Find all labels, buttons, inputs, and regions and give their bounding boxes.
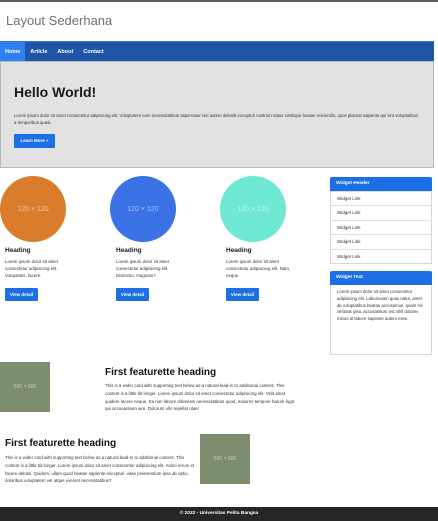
site-title: Layout Sederhana	[6, 13, 113, 28]
widget-header: Widget Header	[330, 177, 432, 191]
column-text: Lorem ipsum dolor sit amet consectetur a…	[5, 259, 58, 278]
column-text: Lorem ipsum dolor sit amet consectetur a…	[116, 259, 169, 278]
view-detail-button[interactable]: View detail	[5, 288, 38, 301]
jumbotron-title: Hello World!	[14, 84, 97, 100]
featurette-image: 500 × 500	[0, 362, 50, 412]
view-detail-button[interactable]: View detail	[226, 288, 259, 301]
placeholder-circle-image: 120 × 120	[0, 176, 66, 242]
footer: © 2022 - Universitas Pelita Bangsa	[0, 507, 438, 521]
column-heading: Heading	[226, 247, 252, 254]
placeholder-circle-image: 120 × 120	[220, 176, 286, 242]
widget-link[interactable]: Widget Link	[331, 234, 431, 248]
nav-article[interactable]: Article	[25, 42, 52, 62]
featurette-text: This is a wider card with supporting tex…	[105, 383, 294, 412]
column-heading: Heading	[116, 247, 142, 254]
column-heading: Heading	[5, 247, 31, 254]
featurette-text: This is a wider card with supporting tex…	[5, 455, 195, 484]
nav-about[interactable]: About	[52, 42, 78, 62]
featurette-image: 500 × 500	[200, 434, 250, 484]
view-detail-button[interactable]: View detail	[116, 288, 149, 301]
featurette-heading: First featurette heading	[105, 367, 217, 378]
nav-home[interactable]: Home	[0, 41, 26, 62]
jumbotron: Hello World! Lorem ipsum dolor sit amet …	[0, 61, 434, 168]
navbar: Home Article About Contact	[0, 41, 434, 62]
widget-link[interactable]: Widget Link	[331, 219, 431, 234]
top-border	[0, 0, 438, 2]
learn-more-button[interactable]: Learn More »	[14, 134, 55, 148]
nav-contact[interactable]: Contact	[78, 42, 108, 62]
placeholder-circle-image: 120 × 120	[110, 176, 176, 242]
widget-link[interactable]: Widget Link	[331, 191, 431, 205]
widget-link[interactable]: Widget Link	[331, 248, 431, 263]
widget-link-list: Widget Link Widget Link Widget Link Widg…	[330, 191, 432, 264]
widget-text-header: Widget Text	[330, 271, 432, 285]
widget-link[interactable]: Widget Link	[331, 205, 431, 219]
featurette-heading: First featurette heading	[5, 438, 117, 449]
widget-text-body: Lorem ipsum dolor sit amet consectetur a…	[330, 285, 432, 355]
jumbotron-text: Lorem ipsum dolor sit amet consectetur a…	[14, 113, 419, 125]
column-text: Lorem ipsum dolor sit amet consectetur a…	[226, 259, 291, 278]
